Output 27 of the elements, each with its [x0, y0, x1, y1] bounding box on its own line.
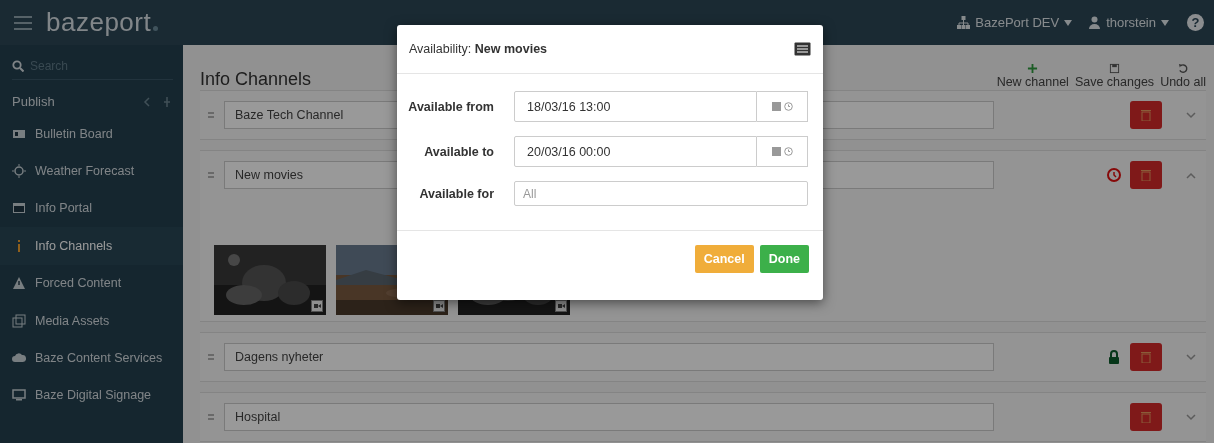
toolbar-button[interactable]: New channel	[996, 63, 1069, 89]
done-button[interactable]: Done	[759, 245, 809, 273]
sidebar-item[interactable]: Media Assets	[0, 301, 183, 340]
sidebar-item[interactable]: Info Channels	[0, 227, 183, 265]
channel-name-field[interactable]: Dagens nyheter	[224, 343, 994, 371]
logo: bazeport	[46, 7, 152, 38]
site-menu[interactable]: BazePort DEV	[975, 15, 1060, 30]
sidebar-item[interactable]: Forced Content	[0, 264, 183, 302]
sidebar-item[interactable]: Bulletin Board	[0, 115, 183, 153]
sidebar-item[interactable]: Baze Digital Signage	[0, 376, 183, 415]
dialog-title: Availability: New movies	[409, 42, 548, 56]
toolbar-button[interactable]: Undo all	[1160, 63, 1206, 89]
help-button[interactable]: ?	[1187, 14, 1204, 31]
section-title: Publish	[12, 94, 55, 109]
date-time-field[interactable]: 20/03/16 00:00	[514, 136, 757, 167]
user-menu[interactable]: thorstein	[1106, 15, 1156, 30]
field-label: Available to	[423, 143, 494, 160]
sidebar-item[interactable]: Baze Content Services	[0, 339, 183, 377]
field-label: Available from	[407, 98, 494, 115]
sidebar-item[interactable]: Weather Forecast	[0, 152, 183, 190]
toolbar-button[interactable]: Save changes	[1074, 63, 1155, 89]
sidebar-item[interactable]: Info Portal	[0, 189, 183, 228]
field-label: Available for	[418, 185, 494, 202]
date-time-field[interactable]: 18/03/16 13:00	[514, 91, 757, 122]
input-field[interactable]: All	[514, 181, 808, 206]
page-title: Info Channels	[200, 69, 312, 90]
channel-name-field[interactable]: Hospital	[224, 403, 994, 431]
